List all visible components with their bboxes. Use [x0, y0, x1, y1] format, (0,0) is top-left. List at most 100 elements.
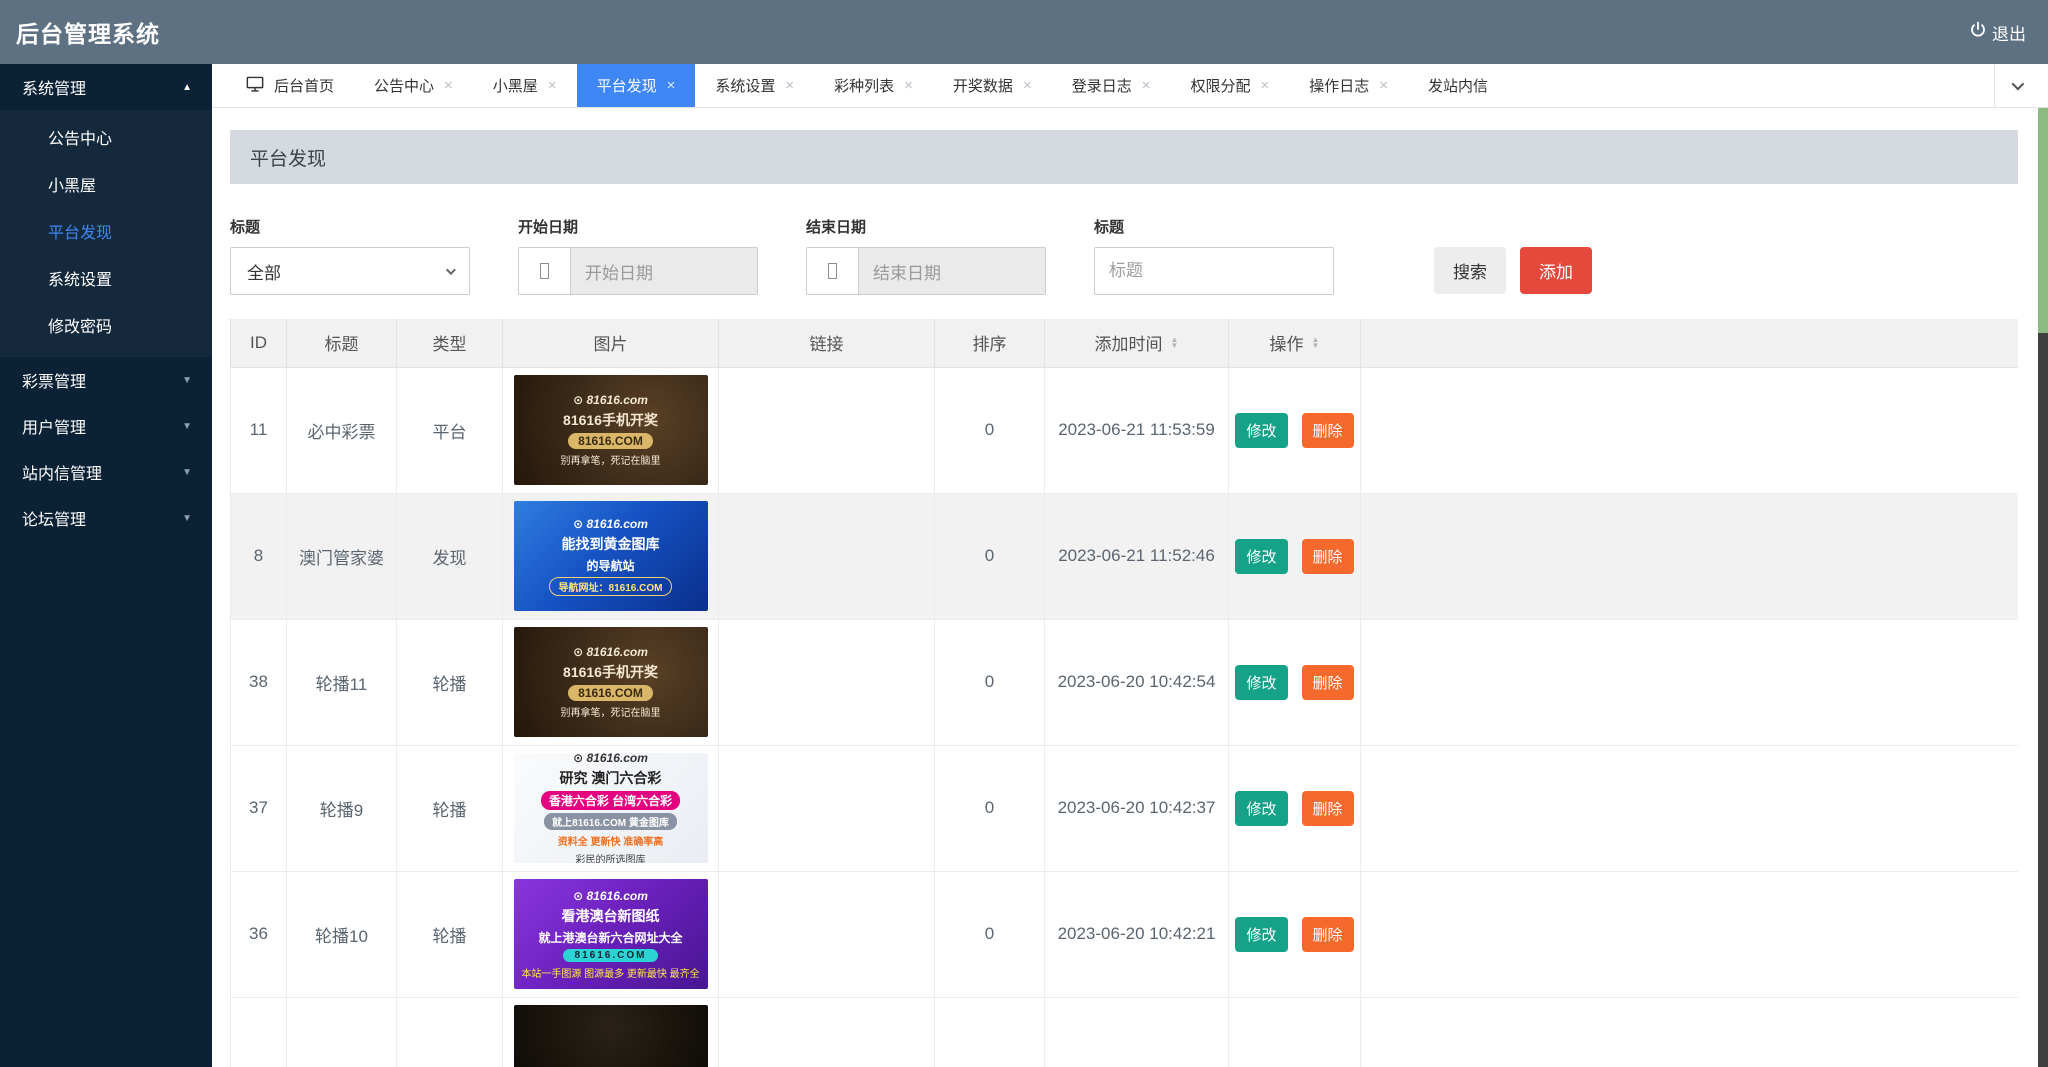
- calendar-icon: [807, 248, 859, 294]
- monitor-icon: [246, 76, 264, 96]
- cell-sort: 0: [935, 619, 1045, 745]
- title-input[interactable]: [1094, 247, 1334, 295]
- column-header-inner: 排序: [935, 330, 1044, 355]
- cell-sort: [935, 997, 1045, 1067]
- column-header-7[interactable]: 操作▲▼: [1229, 319, 1361, 367]
- delete-button[interactable]: 删除: [1302, 539, 1354, 574]
- start-date-placeholder: 开始日期: [571, 248, 757, 294]
- cell-id: 36: [231, 871, 287, 997]
- column-header-label: ID: [250, 333, 267, 353]
- category-select[interactable]: 全部: [230, 247, 470, 295]
- cell-title: [287, 997, 397, 1067]
- action-buttons: 修改删除: [1229, 917, 1360, 952]
- close-icon[interactable]: ×: [444, 77, 453, 94]
- category-select-value: 全部: [247, 259, 281, 284]
- add-button[interactable]: 添加: [1520, 247, 1592, 294]
- sidebar-item-0[interactable]: 系统管理▲: [0, 64, 212, 110]
- sort-down-icon: ▼: [1171, 343, 1179, 349]
- banner-text-line: ⊙ 81616.com: [573, 645, 648, 659]
- tab-overflow-button[interactable]: [1994, 64, 2038, 108]
- chevron-down-icon: ▼: [182, 467, 192, 478]
- sidebar-subitem-0-0[interactable]: 公告中心: [0, 116, 212, 163]
- tab-label: 公告中心: [374, 75, 434, 96]
- filter-bar: 标题 全部 开始日期 开始日期 结束日期: [230, 216, 2018, 295]
- cell-id: 37: [231, 745, 287, 871]
- cell-filler: [1361, 871, 2019, 997]
- cell-time: 2023-06-20 10:42:54: [1045, 619, 1229, 745]
- action-buttons: 修改删除: [1229, 539, 1360, 574]
- cell-filler: [1361, 997, 2019, 1067]
- sidebar-item-3[interactable]: 站内信管理▼: [0, 449, 212, 495]
- search-button[interactable]: 搜索: [1434, 247, 1506, 294]
- tab-0[interactable]: 后台首页: [226, 64, 354, 107]
- cell-actions: 修改删除: [1229, 745, 1361, 871]
- sidebar-item-2[interactable]: 用户管理▼: [0, 403, 212, 449]
- vertical-scrollbar[interactable]: [2038, 108, 2048, 1067]
- close-icon[interactable]: ×: [667, 77, 676, 94]
- tab-6[interactable]: 开奖数据×: [933, 64, 1052, 107]
- sort-icon: ▲▼: [1171, 337, 1179, 349]
- cell-time: [1045, 997, 1229, 1067]
- close-icon[interactable]: ×: [785, 77, 794, 94]
- tab-5[interactable]: 彩种列表×: [814, 64, 933, 107]
- sidebar-item-1[interactable]: 彩票管理▼: [0, 357, 212, 403]
- sidebar-subitem-0-2[interactable]: 平台发现: [0, 210, 212, 257]
- banner-text-line: ⊙ 81616.com: [573, 753, 648, 765]
- cell-title: 澳门管家婆: [287, 493, 397, 619]
- close-icon[interactable]: ×: [1261, 77, 1270, 94]
- delete-button[interactable]: 删除: [1302, 413, 1354, 448]
- close-icon[interactable]: ×: [1142, 77, 1151, 94]
- table-row: [231, 997, 2019, 1067]
- cell-filler: [1361, 367, 2019, 493]
- banner-image: ⊙ 81616.com能找到黄金图库的导航站导航网址：81616.COM: [514, 501, 708, 611]
- edit-button[interactable]: 修改: [1235, 917, 1287, 952]
- banner-text-line: ⊙ 81616.com: [573, 889, 648, 903]
- banner-text-line: 81616手机开奖: [563, 662, 658, 682]
- close-icon[interactable]: ×: [1379, 77, 1388, 94]
- column-header-label: 标题: [325, 330, 359, 355]
- sort-down-icon: ▼: [1312, 343, 1320, 349]
- cell-actions: 修改删除: [1229, 493, 1361, 619]
- logout-button[interactable]: 退出: [1968, 20, 2026, 45]
- delete-button[interactable]: 删除: [1302, 917, 1354, 952]
- cell-id: 8: [231, 493, 287, 619]
- tab-4[interactable]: 系统设置×: [695, 64, 814, 107]
- edit-button[interactable]: 修改: [1235, 539, 1287, 574]
- table-header-row: ID标题类型图片链接排序添加时间▲▼操作▲▼: [231, 319, 2019, 367]
- tab-2[interactable]: 小黑屋×: [473, 64, 577, 107]
- edit-button[interactable]: 修改: [1235, 791, 1287, 826]
- banner-text-line: 别再拿笔，死记在脑里: [561, 704, 661, 719]
- tab-9[interactable]: 操作日志 ×: [1289, 64, 1408, 107]
- close-icon[interactable]: ×: [1023, 77, 1032, 94]
- cell-link: [719, 493, 935, 619]
- edit-button[interactable]: 修改: [1235, 665, 1287, 700]
- tab-3[interactable]: 平台发现×: [577, 64, 696, 107]
- banner-text-line: 81616.COM: [568, 433, 653, 449]
- scrollbar-thumb[interactable]: [2038, 108, 2048, 333]
- tab-7[interactable]: 登录日志×: [1052, 64, 1171, 107]
- sidebar-submenu: 公告中心小黑屋平台发现系统设置修改密码: [0, 110, 212, 357]
- delete-button[interactable]: 删除: [1302, 791, 1354, 826]
- tab-1[interactable]: 公告中心 ×: [354, 64, 473, 107]
- cell-id: [231, 997, 287, 1067]
- main-area: 后台首页公告中心×小黑屋×平台发现×系统设置×彩种列表×开奖数据×登录日志×权限…: [212, 64, 2048, 1067]
- delete-button[interactable]: 删除: [1302, 665, 1354, 700]
- tab-label: 后台首页: [274, 75, 334, 96]
- column-header-6[interactable]: 添加时间▲▼: [1045, 319, 1229, 367]
- close-icon[interactable]: ×: [548, 77, 557, 94]
- sidebar-subitem-0-1[interactable]: 小黑屋: [0, 163, 212, 210]
- tab-10[interactable]: 发站内信: [1408, 64, 1508, 107]
- sidebar-subitem-0-3[interactable]: 系统设置: [0, 257, 212, 304]
- close-icon[interactable]: ×: [904, 77, 913, 94]
- tab-label: 操作日志: [1309, 75, 1369, 96]
- end-date-input[interactable]: 结束日期: [806, 247, 1046, 295]
- edit-button[interactable]: 修改: [1235, 413, 1287, 448]
- banner-text-line: 81616.COM: [568, 685, 653, 701]
- banner-text-line: 能找到黄金图库: [562, 534, 660, 554]
- sidebar-subitem-0-4[interactable]: 修改密码: [0, 304, 212, 351]
- cell-filler: [1361, 745, 2019, 871]
- start-date-input[interactable]: 开始日期: [518, 247, 758, 295]
- sidebar-item-4[interactable]: 论坛管理▼: [0, 495, 212, 541]
- tab-8[interactable]: 权限分配×: [1170, 64, 1289, 107]
- banner-text-line: ⊙ 81616.com: [573, 517, 648, 531]
